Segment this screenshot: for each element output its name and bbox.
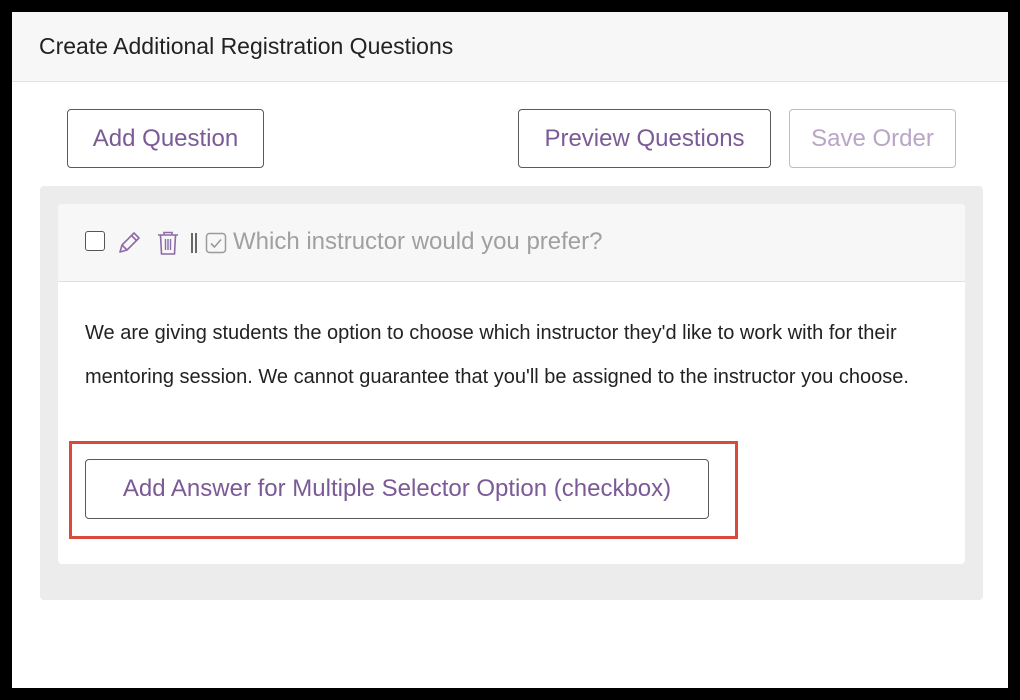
question-title: Which instructor would you prefer? (233, 228, 603, 255)
question-select-checkbox[interactable] (85, 231, 105, 251)
pencil-icon[interactable] (116, 230, 142, 256)
trash-icon[interactable] (156, 230, 180, 256)
panel-header: Create Additional Registration Questions (12, 12, 1008, 82)
drag-handle-icon[interactable] (189, 231, 199, 255)
add-answer-button[interactable]: Add Answer for Multiple Selector Option … (85, 459, 709, 519)
preview-questions-button[interactable]: Preview Questions (518, 109, 771, 168)
question-card-header: Which instructor would you prefer? (58, 204, 965, 282)
save-order-button[interactable]: Save Order (789, 109, 956, 168)
panel-title: Create Additional Registration Questions (39, 33, 454, 59)
question-description: We are giving students the option to cho… (85, 322, 909, 388)
window: Create Additional Registration Questions… (12, 12, 1008, 688)
add-question-button[interactable]: Add Question (67, 109, 264, 168)
checkbox-icon (205, 232, 227, 254)
